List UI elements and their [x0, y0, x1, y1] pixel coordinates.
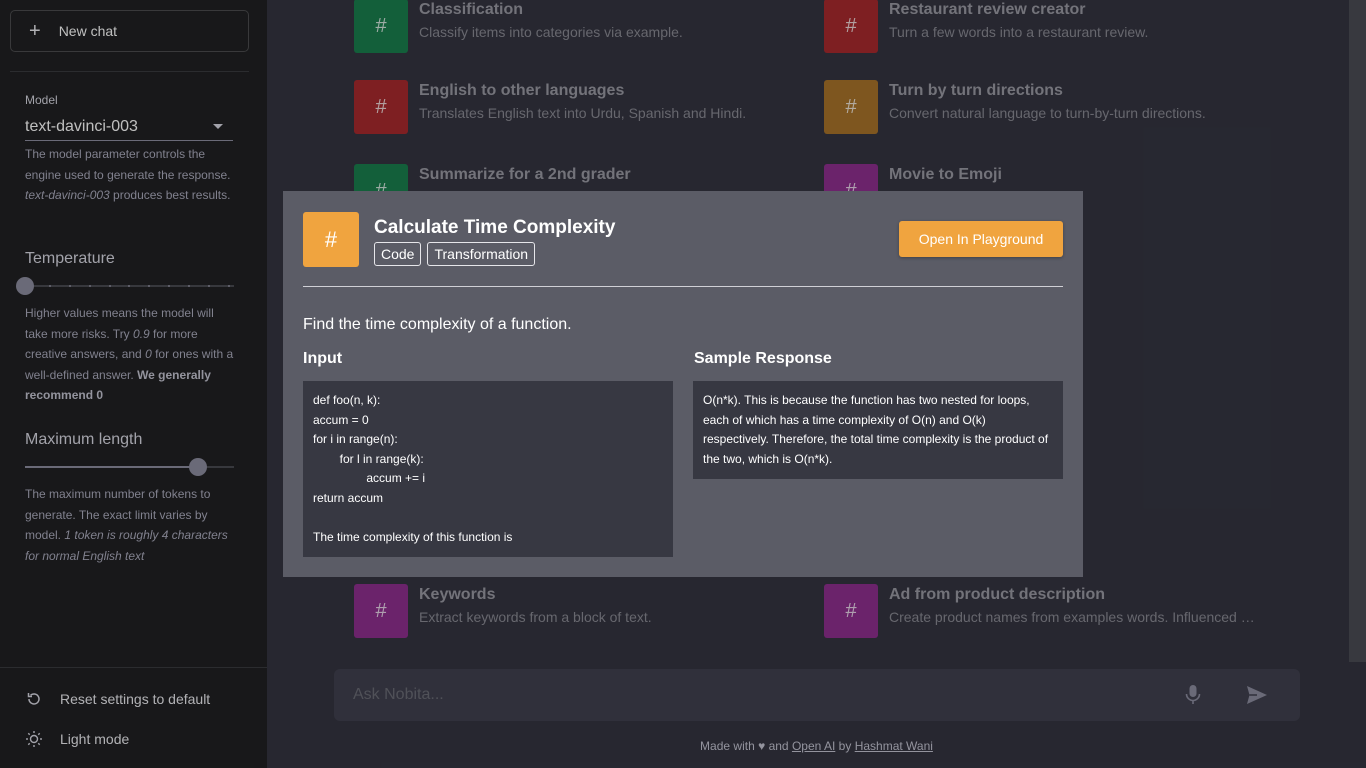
- modal-tags: Code Transformation: [374, 242, 536, 266]
- input-title: Input: [303, 350, 343, 367]
- example-modal: # Calculate Time Complexity Code Transfo…: [283, 191, 1083, 577]
- open-in-playground-button[interactable]: Open In Playground: [899, 221, 1063, 257]
- tag-code: Code: [374, 242, 422, 266]
- hash-icon: #: [303, 212, 359, 267]
- modal-description: Find the time complexity of a function.: [303, 316, 572, 333]
- sample-response-title: Sample Response: [694, 350, 832, 367]
- input-code-block: def foo(n, k): accum = 0 for i in range(…: [303, 381, 673, 557]
- modal-divider: [303, 286, 1063, 287]
- sample-response-block: O(n*k). This is because the function has…: [693, 381, 1063, 479]
- tag-transformation: Transformation: [427, 242, 536, 266]
- modal-title: Calculate Time Complexity: [374, 217, 616, 238]
